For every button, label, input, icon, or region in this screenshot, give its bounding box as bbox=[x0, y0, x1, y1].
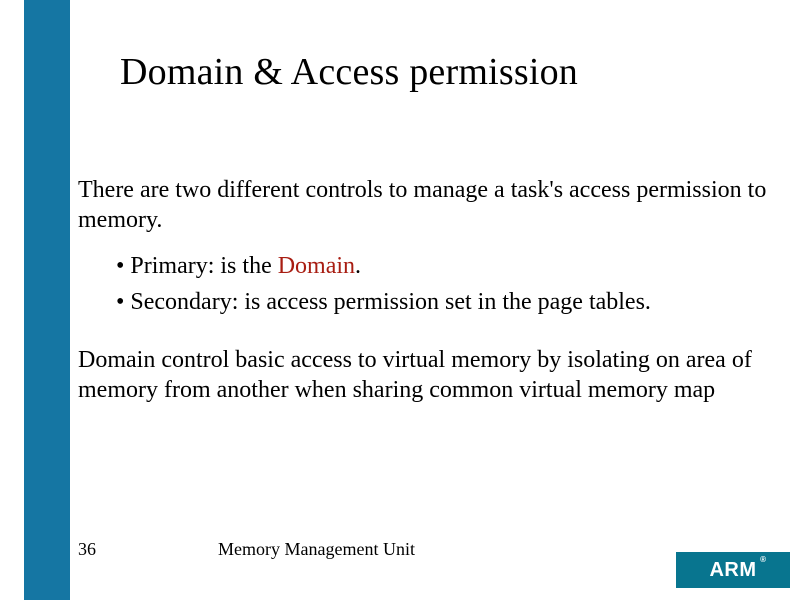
slide-body: There are two different controls to mana… bbox=[78, 175, 770, 405]
slide-title: Domain & Access permission bbox=[0, 50, 800, 94]
list-item: • Secondary: is access permission set in… bbox=[116, 287, 770, 317]
slide-footer: 36 Memory Management Unit bbox=[78, 526, 780, 572]
intro-paragraph: There are two different controls to mana… bbox=[78, 175, 770, 235]
bullet-text-suffix: . bbox=[355, 253, 361, 279]
slide: Domain & Access permission There are two… bbox=[0, 0, 800, 600]
arm-logo: ARM ® bbox=[676, 552, 790, 588]
list-item: • Primary: is the Domain. bbox=[116, 251, 770, 281]
bullet-highlight: Domain bbox=[278, 253, 355, 279]
bullet-text: • Primary: is the bbox=[116, 253, 278, 279]
bullet-list: • Primary: is the Domain. • Secondary: i… bbox=[116, 251, 770, 317]
bullet-text: • Secondary: is access permission set in… bbox=[116, 289, 651, 315]
logo-text: ARM ® bbox=[709, 559, 756, 582]
logo-label: ARM bbox=[709, 559, 756, 581]
paragraph: Domain control basic access to virtual m… bbox=[78, 345, 770, 405]
registered-mark-icon: ® bbox=[760, 555, 766, 564]
page-number: 36 bbox=[78, 539, 218, 560]
